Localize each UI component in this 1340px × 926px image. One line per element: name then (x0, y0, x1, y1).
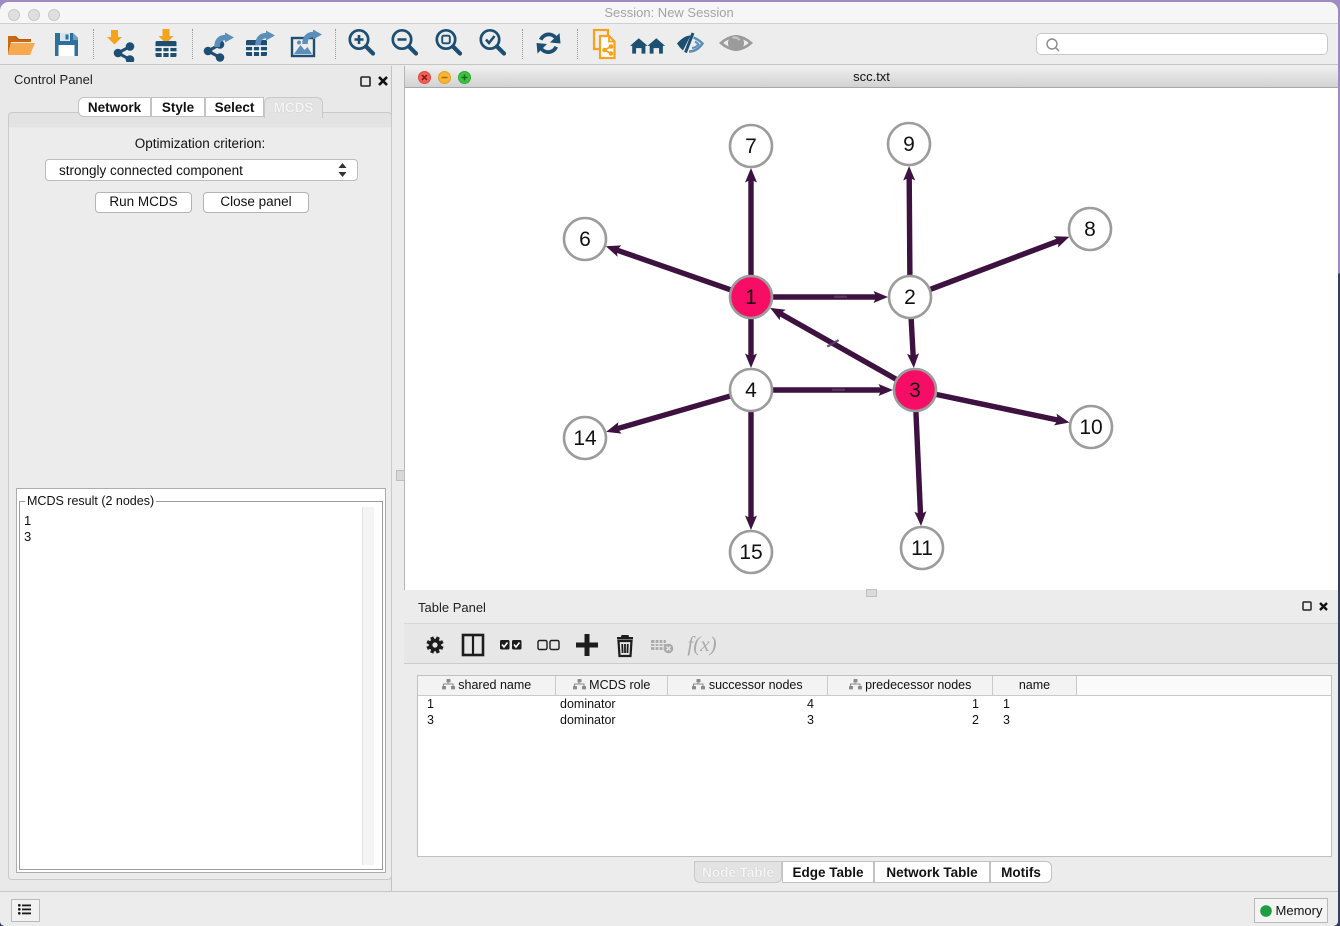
svg-text:7: 7 (745, 135, 757, 158)
svg-text:3: 3 (909, 379, 921, 402)
svg-text:15: 15 (739, 541, 762, 564)
svg-text:1: 1 (745, 286, 757, 309)
svg-text:4: 4 (745, 379, 757, 402)
svg-text:14: 14 (573, 427, 597, 450)
svg-text:9: 9 (903, 133, 915, 156)
svg-text:8: 8 (1084, 218, 1096, 241)
svg-text:6: 6 (579, 228, 591, 251)
svg-text:10: 10 (1079, 416, 1102, 439)
svg-text:11: 11 (911, 537, 933, 560)
svg-text:2: 2 (904, 286, 916, 309)
